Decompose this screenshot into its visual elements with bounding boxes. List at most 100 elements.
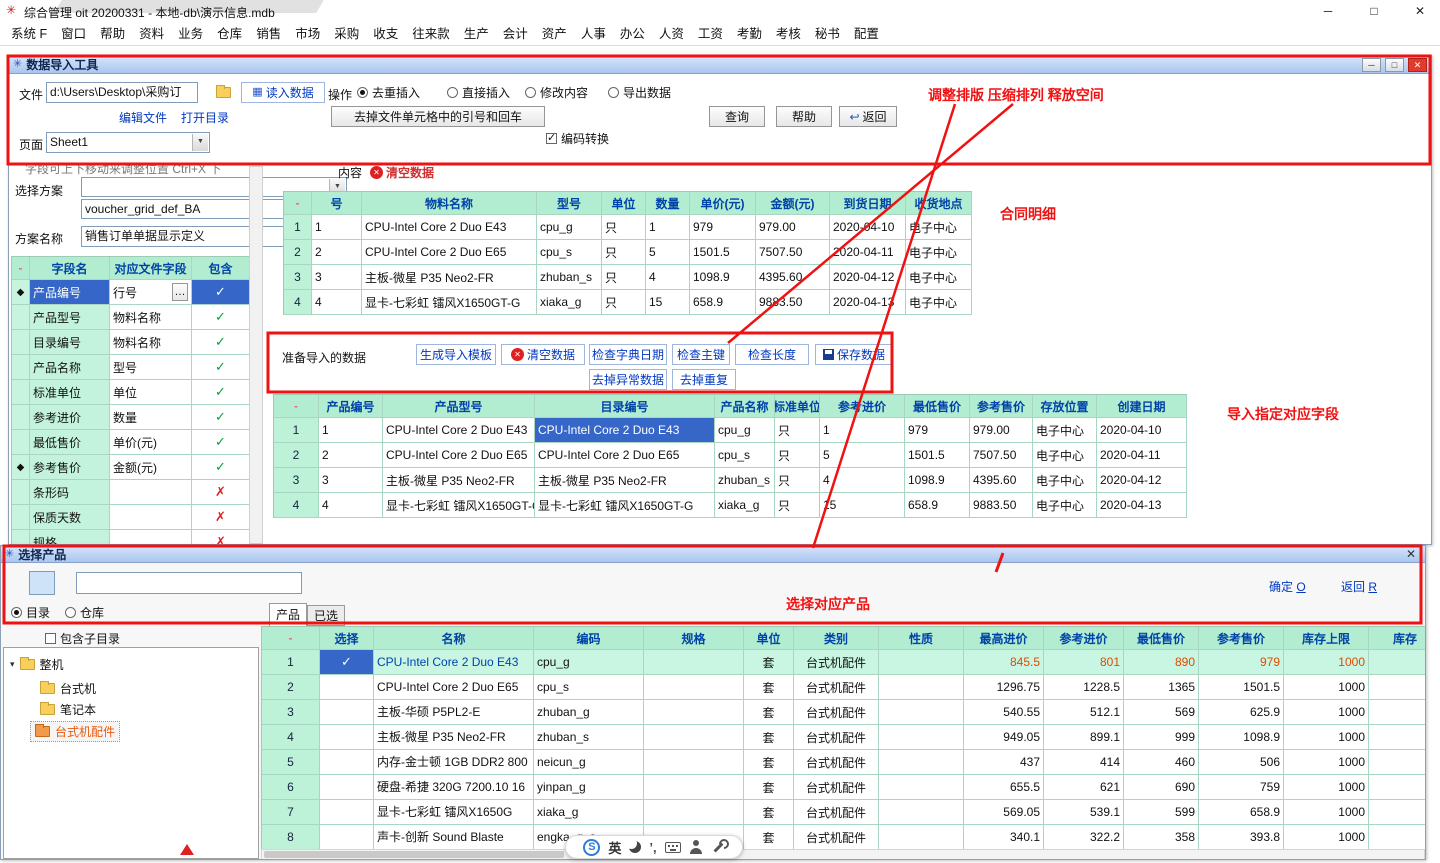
- close-button[interactable]: ✕: [1408, 58, 1427, 72]
- table-cell[interactable]: 套: [744, 725, 794, 750]
- dropdown-arrow-icon[interactable]: ▼: [192, 134, 208, 151]
- table-cell[interactable]: 658.9: [1199, 800, 1284, 825]
- moon-icon[interactable]: [629, 841, 641, 853]
- table-cell[interactable]: [644, 800, 744, 825]
- table-cell[interactable]: 979.00: [970, 418, 1033, 443]
- confirm-link[interactable]: 确定 O: [1269, 578, 1306, 595]
- table-cell[interactable]: 电子中心: [906, 265, 972, 290]
- table-cell[interactable]: 1: [262, 650, 320, 675]
- table-cell[interactable]: [12, 505, 30, 530]
- table-cell[interactable]: 电子中心: [1033, 418, 1097, 443]
- encode-convert-checkbox[interactable]: 编码转换: [546, 130, 609, 147]
- table-cell[interactable]: [320, 675, 374, 700]
- table-cell[interactable]: 只: [602, 290, 646, 315]
- table-cell[interactable]: 539.1: [1044, 800, 1124, 825]
- table-cell[interactable]: 声卡-创新 Sound Blaste: [374, 825, 534, 850]
- table-cell[interactable]: 保质天数: [30, 505, 110, 530]
- table-cell[interactable]: CPU-Intel Core 2 Duo E43: [383, 418, 535, 443]
- table-cell[interactable]: [879, 650, 964, 675]
- table-cell[interactable]: 金额(元): [110, 455, 192, 480]
- table-cell[interactable]: xiaka_g: [715, 493, 775, 518]
- table-cell[interactable]: 2: [262, 675, 320, 700]
- table-cell[interactable]: [1369, 775, 1426, 800]
- table-cell[interactable]: CPU-Intel Core 2 Duo E65: [383, 443, 535, 468]
- table-cell[interactable]: 台式机配件: [794, 750, 879, 775]
- table-cell[interactable]: 949.05: [964, 725, 1044, 750]
- table-cell[interactable]: 4: [274, 493, 319, 518]
- table-cell[interactable]: 套: [744, 650, 794, 675]
- sogou-logo-icon[interactable]: S: [583, 839, 600, 856]
- table-cell[interactable]: 型号: [110, 355, 192, 380]
- tree-item-desktop[interactable]: 台式机: [40, 680, 96, 697]
- table-cell[interactable]: [644, 675, 744, 700]
- table-cell[interactable]: 1098.9: [905, 468, 970, 493]
- table-cell[interactable]: [12, 305, 30, 330]
- sheet-select[interactable]: Sheet1 ▼: [46, 132, 210, 153]
- clear-data-button[interactable]: 清空数据: [501, 344, 585, 365]
- table-cell[interactable]: [1369, 825, 1426, 850]
- tab-selected[interactable]: 已选: [307, 605, 345, 626]
- table-cell[interactable]: 4395.60: [756, 265, 830, 290]
- table-cell[interactable]: 322.2: [1044, 825, 1124, 850]
- punctuation-indicator[interactable]: ’,: [649, 840, 656, 855]
- table-cell[interactable]: [12, 330, 30, 355]
- table-cell[interactable]: 1: [820, 418, 905, 443]
- table-cell[interactable]: 599: [1124, 800, 1199, 825]
- table-cell[interactable]: 2020-04-11: [1097, 443, 1187, 468]
- table-cell[interactable]: [879, 825, 964, 850]
- table-cell[interactable]: 台式机配件: [794, 700, 879, 725]
- table-cell[interactable]: CPU-Intel Core 2 Duo E43: [362, 215, 537, 240]
- table-cell[interactable]: 显卡-七彩虹 镭风X1650G: [374, 800, 534, 825]
- menu-item[interactable]: 销售: [249, 22, 288, 46]
- table-cell[interactable]: 1501.5: [905, 443, 970, 468]
- menu-item[interactable]: 仓库: [210, 22, 249, 46]
- menu-item[interactable]: 考核: [769, 22, 808, 46]
- table-cell[interactable]: CPU-Intel Core 2 Duo E65: [374, 675, 534, 700]
- table-cell[interactable]: 625.9: [1199, 700, 1284, 725]
- expander-icon[interactable]: ▾: [10, 659, 15, 670]
- table-cell[interactable]: [320, 750, 374, 775]
- table-cell[interactable]: 台式机配件: [794, 825, 879, 850]
- menu-item[interactable]: 资产: [535, 22, 574, 46]
- table-cell[interactable]: 4: [262, 725, 320, 750]
- table-cell[interactable]: 4: [820, 468, 905, 493]
- table-cell[interactable]: 硬盘-希捷 320G 7200.10 16: [374, 775, 534, 800]
- table-cell[interactable]: 显卡-七彩虹 镭风X1650GT-G: [362, 290, 537, 315]
- table-cell[interactable]: 1: [284, 215, 312, 240]
- menu-item[interactable]: 采购: [327, 22, 366, 46]
- table-cell[interactable]: [879, 775, 964, 800]
- table-cell[interactable]: 3: [262, 700, 320, 725]
- table-cell[interactable]: 899.1: [1044, 725, 1124, 750]
- table-cell[interactable]: 512.1: [1044, 700, 1124, 725]
- table-cell[interactable]: ✓: [192, 355, 250, 380]
- table-cell[interactable]: 1: [274, 418, 319, 443]
- menu-item[interactable]: 会计: [496, 22, 535, 46]
- table-cell[interactable]: 6: [262, 775, 320, 800]
- check-dict-date-button[interactable]: 检查字典日期: [589, 344, 667, 365]
- table-cell[interactable]: 套: [744, 825, 794, 850]
- table-cell[interactable]: 2: [284, 240, 312, 265]
- table-cell[interactable]: 979: [690, 215, 756, 240]
- table-cell[interactable]: 台式机配件: [794, 725, 879, 750]
- table-cell[interactable]: 3: [284, 265, 312, 290]
- table-cell[interactable]: 655.5: [964, 775, 1044, 800]
- table-cell[interactable]: 3: [274, 468, 319, 493]
- table-cell[interactable]: 2020-04-10: [1097, 418, 1187, 443]
- table-cell[interactable]: 物料名称: [110, 330, 192, 355]
- table-cell[interactable]: 只: [775, 443, 820, 468]
- table-cell[interactable]: 1365: [1124, 675, 1199, 700]
- menu-item[interactable]: 考勤: [730, 22, 769, 46]
- menu-item[interactable]: 办公: [613, 22, 652, 46]
- table-cell[interactable]: ✓: [192, 330, 250, 355]
- table-cell[interactable]: 540.55: [964, 700, 1044, 725]
- table-cell[interactable]: 1: [312, 215, 362, 240]
- table-cell[interactable]: [12, 405, 30, 430]
- menu-item[interactable]: 系统 F: [4, 22, 54, 46]
- table-cell[interactable]: 电子中心: [1033, 493, 1097, 518]
- table-cell[interactable]: 15: [646, 290, 690, 315]
- table-cell[interactable]: zhuban_s: [715, 468, 775, 493]
- table-cell[interactable]: [644, 750, 744, 775]
- table-cell[interactable]: 1000: [1284, 675, 1369, 700]
- return-button[interactable]: ↩ 返回: [839, 106, 897, 127]
- table-cell[interactable]: 电子中心: [906, 215, 972, 240]
